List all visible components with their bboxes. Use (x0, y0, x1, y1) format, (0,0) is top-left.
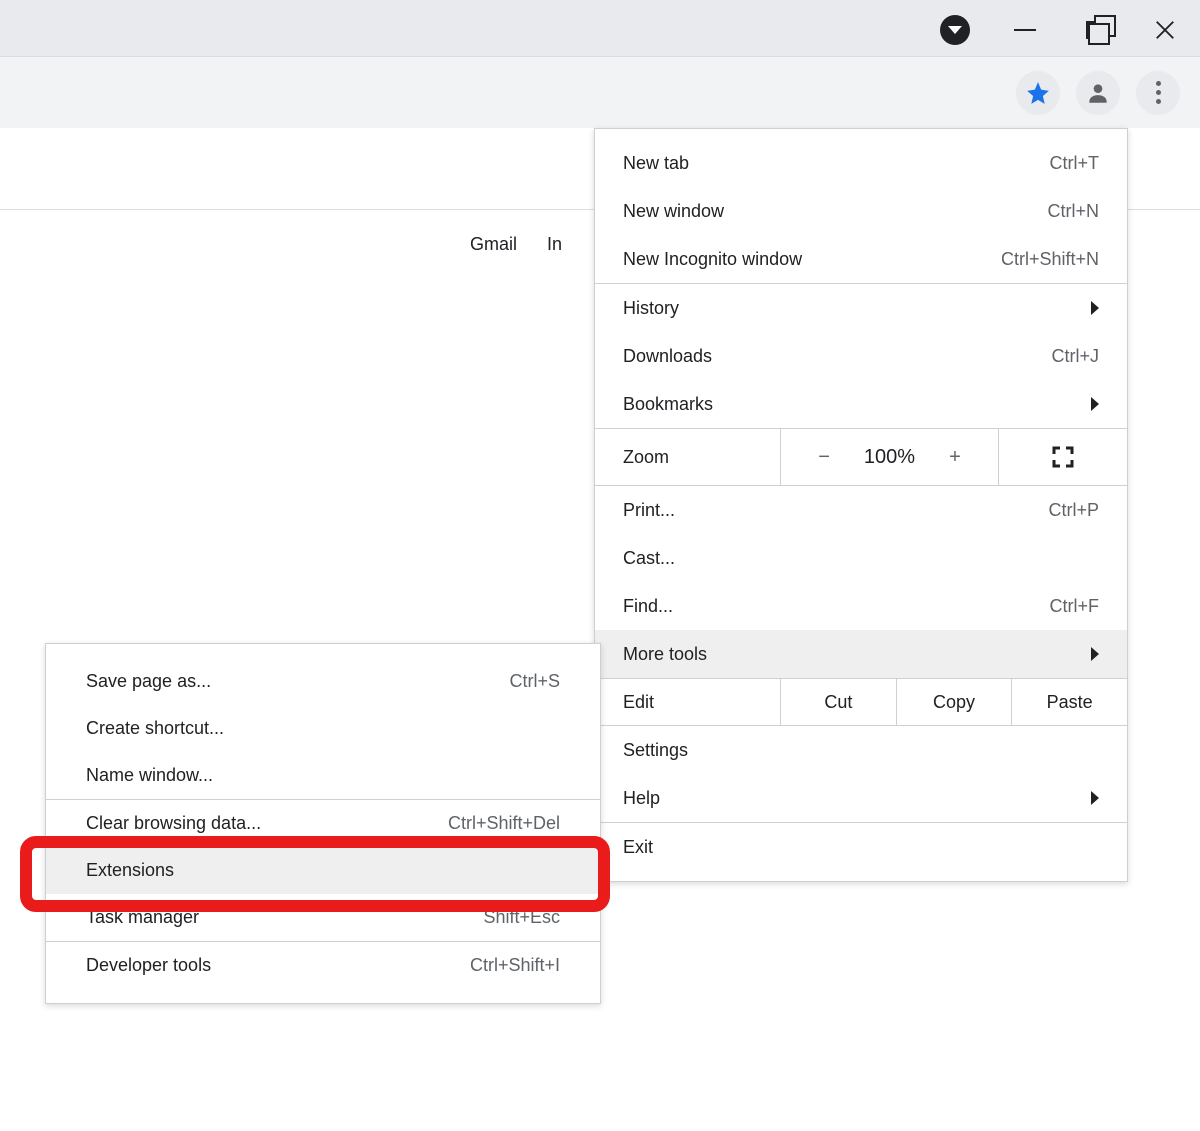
menu-label: Cast... (623, 548, 675, 569)
menu-find[interactable]: Find... Ctrl+F (595, 582, 1127, 630)
menu-print[interactable]: Print... Ctrl+P (595, 486, 1127, 534)
edit-copy[interactable]: Copy (897, 679, 1013, 725)
menu-bookmarks[interactable]: Bookmarks (595, 380, 1127, 428)
menu-settings[interactable]: Settings (595, 726, 1127, 774)
zoom-controls: − 100% + (781, 429, 999, 485)
menu-label: Help (623, 788, 660, 809)
edit-label: Edit (595, 679, 781, 725)
profile-icon (1085, 80, 1111, 106)
google-header-links: Gmail In (470, 234, 562, 255)
submenu-create-shortcut[interactable]: Create shortcut... (46, 705, 600, 752)
menu-label: New window (623, 201, 724, 222)
menu-help[interactable]: Help (595, 774, 1127, 822)
menu-label: Print... (623, 500, 675, 521)
zoom-value: 100% (864, 446, 915, 469)
menu-shortcut: Ctrl+F (1050, 596, 1100, 617)
menu-shortcut: Ctrl+T (1050, 153, 1100, 174)
menu-shortcut: Ctrl+Shift+N (1001, 249, 1099, 270)
menu-label: Find... (623, 596, 673, 617)
menu-new-tab[interactable]: New tab Ctrl+T (595, 139, 1127, 187)
menu-history[interactable]: History (595, 284, 1127, 332)
chevron-right-icon (1091, 397, 1099, 411)
profile-button[interactable] (1076, 71, 1120, 115)
chrome-main-menu: New tab Ctrl+T New window Ctrl+N New Inc… (594, 128, 1128, 882)
fullscreen-icon (1051, 445, 1075, 469)
chrome-update-button[interactable] (920, 6, 990, 54)
menu-label: Exit (623, 837, 653, 858)
minimize-button[interactable] (990, 6, 1060, 54)
menu-more-tools[interactable]: More tools (595, 630, 1127, 678)
close-button[interactable] (1130, 6, 1200, 54)
more-tools-submenu: Save page as... Ctrl+S Create shortcut..… (45, 643, 601, 1004)
menu-shortcut: Ctrl+Shift+I (470, 955, 560, 976)
caret-down-icon (940, 15, 970, 45)
submenu-save-page[interactable]: Save page as... Ctrl+S (46, 658, 600, 705)
submenu-clear-browsing-data[interactable]: Clear browsing data... Ctrl+Shift+Del (46, 800, 600, 847)
menu-label: Bookmarks (623, 394, 713, 415)
menu-label: Task manager (86, 907, 199, 928)
menu-exit[interactable]: Exit (595, 823, 1127, 871)
menu-label: More tools (623, 644, 707, 665)
menu-shortcut: Ctrl+P (1048, 500, 1099, 521)
zoom-label: Zoom (595, 429, 781, 485)
menu-label: Developer tools (86, 955, 211, 976)
menu-label: New Incognito window (623, 249, 802, 270)
restore-icon (1086, 21, 1104, 39)
submenu-developer-tools[interactable]: Developer tools Ctrl+Shift+I (46, 942, 600, 989)
submenu-task-manager[interactable]: Task manager Shift+Esc (46, 894, 600, 941)
close-icon (1154, 19, 1176, 41)
menu-label: Clear browsing data... (86, 813, 261, 834)
chevron-right-icon (1091, 791, 1099, 805)
menu-label: Extensions (86, 860, 174, 881)
star-icon (1025, 80, 1051, 106)
images-link-truncated[interactable]: In (547, 234, 562, 255)
menu-shortcut: Shift+Esc (483, 907, 560, 928)
edit-paste[interactable]: Paste (1012, 679, 1127, 725)
fullscreen-button[interactable] (999, 429, 1127, 485)
chevron-right-icon (1091, 301, 1099, 315)
submenu-extensions[interactable]: Extensions (46, 847, 600, 894)
menu-downloads[interactable]: Downloads Ctrl+J (595, 332, 1127, 380)
menu-shortcut: Ctrl+S (509, 671, 560, 692)
menu-shortcut: Ctrl+J (1051, 346, 1099, 367)
menu-label: Downloads (623, 346, 712, 367)
chrome-menu-button[interactable] (1136, 71, 1180, 115)
zoom-out-button[interactable]: − (818, 446, 830, 469)
menu-label: Settings (623, 740, 688, 761)
bookmark-button[interactable] (1016, 71, 1060, 115)
menu-zoom-row: Zoom − 100% + (595, 428, 1127, 486)
edit-cut[interactable]: Cut (781, 679, 897, 725)
menu-new-incognito[interactable]: New Incognito window Ctrl+Shift+N (595, 235, 1127, 283)
window-titlebar (0, 0, 1200, 56)
browser-toolbar (0, 56, 1200, 128)
menu-shortcut: Ctrl+Shift+Del (448, 813, 560, 834)
gmail-link[interactable]: Gmail (470, 234, 517, 255)
menu-label: Name window... (86, 765, 213, 786)
menu-cast[interactable]: Cast... (595, 534, 1127, 582)
menu-label: Save page as... (86, 671, 211, 692)
menu-new-window[interactable]: New window Ctrl+N (595, 187, 1127, 235)
chevron-right-icon (1091, 647, 1099, 661)
menu-label: New tab (623, 153, 689, 174)
submenu-name-window[interactable]: Name window... (46, 752, 600, 799)
menu-shortcut: Ctrl+N (1047, 201, 1099, 222)
minimize-icon (1014, 29, 1036, 31)
menu-edit-row: Edit Cut Copy Paste (595, 678, 1127, 726)
menu-label: History (623, 298, 679, 319)
restore-button[interactable] (1060, 6, 1130, 54)
menu-label: Create shortcut... (86, 718, 224, 739)
vertical-dots-icon (1156, 81, 1161, 104)
zoom-in-button[interactable]: + (949, 446, 961, 469)
